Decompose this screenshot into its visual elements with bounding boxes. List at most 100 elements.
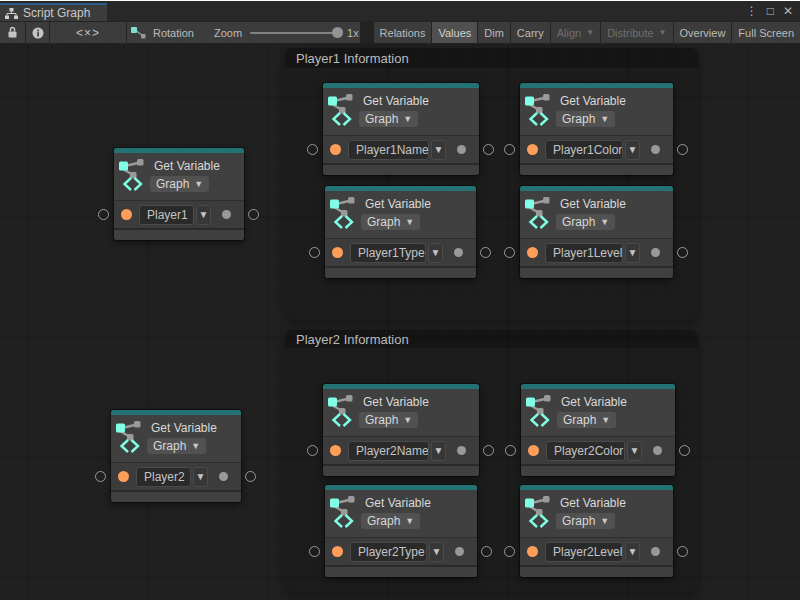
variable-name-field[interactable]: Player1: [139, 205, 194, 225]
graph-kind-dropdown[interactable]: Graph▼: [150, 176, 209, 192]
right-connection-ring[interactable]: [480, 247, 491, 258]
left-connection-ring[interactable]: [95, 471, 106, 482]
right-connection-ring[interactable]: [483, 144, 494, 155]
left-connection-ring[interactable]: [504, 144, 515, 155]
output-port[interactable]: [219, 472, 228, 481]
input-port[interactable]: [332, 247, 343, 258]
toolbar-button-full-screen[interactable]: Full Screen: [732, 22, 800, 43]
node-get-variable-player2level[interactable]: Get VariableGraph▼Player2Level▼: [520, 485, 673, 577]
graph-canvas[interactable]: Player1 InformationPlayer2 Information G…: [0, 44, 800, 600]
left-connection-ring[interactable]: [505, 445, 516, 456]
variable-dropdown-arrow[interactable]: ▼: [625, 542, 640, 562]
toolbar-button-align[interactable]: Align▼: [551, 22, 600, 43]
input-port[interactable]: [121, 209, 132, 220]
node-get-variable-player2[interactable]: Get VariableGraph▼Player2▼: [111, 410, 241, 502]
left-connection-ring[interactable]: [307, 144, 318, 155]
node-get-variable-player1level[interactable]: Get VariableGraph▼Player1Level▼: [520, 186, 673, 278]
right-connection-ring[interactable]: [677, 546, 688, 557]
graph-kind-dropdown[interactable]: Graph▼: [361, 513, 420, 529]
node-get-variable-player1name[interactable]: Get VariableGraph▼Player1Name▼: [323, 83, 479, 175]
variable-name-field[interactable]: Player1Color: [545, 140, 623, 160]
right-connection-ring[interactable]: [481, 546, 492, 557]
node-get-variable-player1type[interactable]: Get VariableGraph▼Player1Type▼: [325, 186, 476, 278]
input-port[interactable]: [527, 247, 538, 258]
left-connection-ring[interactable]: [504, 247, 515, 258]
output-port[interactable]: [457, 446, 466, 455]
input-port[interactable]: [527, 546, 538, 557]
left-connection-ring[interactable]: [309, 247, 320, 258]
graph-kind-dropdown[interactable]: Graph▼: [557, 412, 616, 428]
node-get-variable-player1[interactable]: Get VariableGraph▼Player1▼: [114, 148, 244, 240]
graph-kind-dropdown[interactable]: Graph▼: [361, 214, 420, 230]
variable-name-field[interactable]: Player2Level: [545, 542, 623, 562]
graph-kind-dropdown[interactable]: Graph▼: [359, 412, 418, 428]
output-port[interactable]: [651, 547, 660, 556]
node-get-variable-player1color[interactable]: Get VariableGraph▼Player1Color▼: [520, 83, 673, 175]
zoom-slider-knob[interactable]: [332, 27, 343, 38]
right-connection-ring[interactable]: [245, 471, 256, 482]
toolbar-button-dim[interactable]: Dim: [478, 22, 510, 43]
left-connection-ring[interactable]: [309, 546, 320, 557]
variable-name-field[interactable]: Player2Name: [348, 441, 429, 461]
left-connection-ring[interactable]: [504, 546, 515, 557]
variable-dropdown-arrow[interactable]: ▼: [625, 140, 640, 160]
output-port[interactable]: [457, 145, 466, 154]
input-port[interactable]: [330, 445, 341, 456]
input-port[interactable]: [330, 144, 341, 155]
node-header: Get VariableGraph▼: [325, 490, 477, 537]
graph-kind-dropdown[interactable]: Graph▼: [359, 111, 418, 127]
variable-dropdown-arrow[interactable]: ▼: [625, 243, 640, 263]
variable-dropdown-arrow[interactable]: ▼: [431, 140, 446, 160]
info-button[interactable]: [26, 22, 49, 43]
variable-name-field[interactable]: Player1Type: [350, 243, 426, 263]
graph-kind-dropdown[interactable]: Graph▼: [556, 513, 615, 529]
zoom-slider[interactable]: [250, 32, 334, 34]
right-connection-ring[interactable]: [677, 247, 688, 258]
input-port[interactable]: [528, 445, 539, 456]
graph-icon: [5, 8, 18, 19]
variable-dropdown-arrow[interactable]: ▼: [627, 441, 642, 461]
node-get-variable-player2type[interactable]: Get VariableGraph▼ Player2Type▼: [325, 485, 477, 577]
variable-dropdown-arrow[interactable]: ▼: [196, 205, 211, 225]
variable-name-field[interactable]: Player1Level: [545, 243, 623, 263]
left-connection-ring[interactable]: [307, 445, 318, 456]
node-get-variable-player2name[interactable]: Get VariableGraph▼Player2Name▼: [323, 384, 479, 476]
variable-name-field[interactable]: Player2: [136, 467, 191, 487]
output-port[interactable]: [653, 446, 662, 455]
menu-icon[interactable]: ⋮: [746, 3, 758, 19]
variable-dropdown-arrow[interactable]: ▼: [431, 441, 446, 461]
lock-button[interactable]: [0, 22, 25, 43]
input-port[interactable]: [527, 144, 538, 155]
right-connection-ring[interactable]: [677, 144, 688, 155]
maximize-icon[interactable]: □: [767, 3, 774, 19]
input-port[interactable]: [332, 546, 343, 557]
output-port[interactable]: [455, 547, 464, 556]
variable-dropdown-arrow[interactable]: ▼: [428, 243, 443, 263]
tab-script-graph[interactable]: Script Graph: [0, 3, 107, 21]
left-connection-ring[interactable]: [98, 209, 109, 220]
graph-kind-dropdown[interactable]: Graph▼: [147, 438, 206, 454]
variable-name-field[interactable]: Player1Name: [348, 140, 429, 160]
output-port[interactable]: [651, 145, 660, 154]
toolbar-button-distribute[interactable]: Distribute▼: [601, 22, 672, 43]
output-port[interactable]: [454, 248, 463, 257]
toolbar-button-values[interactable]: Values: [432, 22, 477, 43]
variable-name-field[interactable]: Player2Color: [546, 441, 625, 461]
graph-kind-dropdown[interactable]: Graph▼: [556, 214, 615, 230]
toolbar-button-relations[interactable]: Relations: [374, 22, 432, 43]
variable-dropdown-arrow[interactable]: ▼: [429, 542, 444, 562]
variable-dropdown-arrow[interactable]: ▼: [193, 467, 208, 487]
insert-unit-button[interactable]: <×>: [50, 22, 126, 43]
variable-name-field[interactable]: Player2Type: [350, 542, 427, 562]
right-connection-ring[interactable]: [483, 445, 494, 456]
output-port[interactable]: [651, 248, 660, 257]
node-get-variable-player2color[interactable]: Get VariableGraph▼Player2Color▼: [521, 384, 675, 476]
toolbar-button-carry[interactable]: Carry: [511, 22, 550, 43]
input-port[interactable]: [118, 471, 129, 482]
toolbar-button-overview[interactable]: Overview: [674, 22, 732, 43]
close-icon[interactable]: ✕: [783, 3, 793, 19]
graph-kind-dropdown[interactable]: Graph▼: [556, 111, 615, 127]
right-connection-ring[interactable]: [248, 209, 259, 220]
right-connection-ring[interactable]: [679, 445, 690, 456]
output-port[interactable]: [222, 210, 231, 219]
